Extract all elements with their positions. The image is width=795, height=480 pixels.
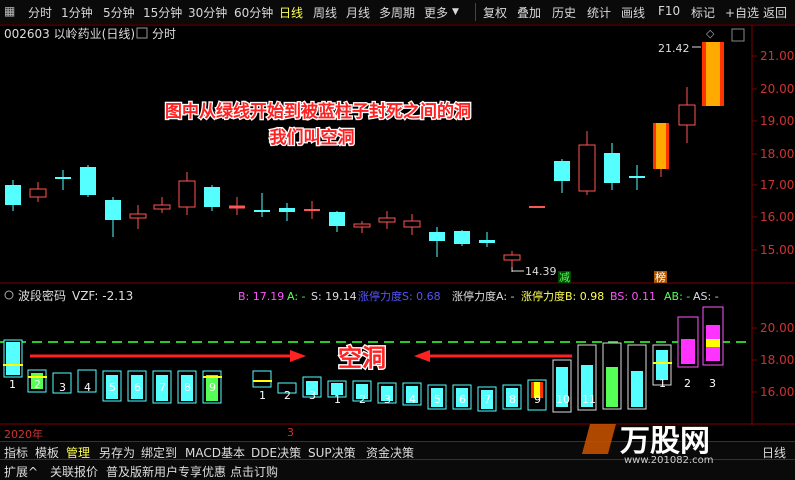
candlesticks <box>5 42 724 267</box>
tab-daily[interactable]: 日线 <box>279 4 303 21</box>
svg-text:2: 2 <box>684 377 691 390</box>
svg-text:3: 3 <box>384 393 391 406</box>
svg-text:8: 8 <box>184 381 191 394</box>
tab-60min[interactable]: 60分钟 <box>234 4 273 21</box>
tab-15min[interactable]: 15分钟 <box>143 4 182 21</box>
tab-more[interactable]: 更多 <box>424 4 448 21</box>
year-label: 2020年 <box>4 428 43 441</box>
chart-canvas[interactable]: 002603 以岭药业(日线) 分时 ◇ 21.00 20.00 19.00 1… <box>0 25 795 425</box>
vzf-label: VZF: -2.13 <box>72 289 133 303</box>
low-price-label: 14.39 <box>525 265 557 278</box>
y-tick-label: 18.00 <box>760 147 794 161</box>
settings-icon[interactable] <box>731 28 745 42</box>
stats-button[interactable]: 统计 <box>587 4 611 21</box>
promo-text: 普及版新用户专享优惠 <box>106 465 227 479</box>
svg-text:4: 4 <box>84 381 91 394</box>
limit-strength-a: 涨停力度A: - <box>452 289 515 303</box>
annotation-text: 我们叫空洞 <box>270 127 355 148</box>
y-tick-label: 15.00 <box>760 243 794 257</box>
hole-label: 空洞 <box>338 344 386 372</box>
tab-multi-period[interactable]: 多周期 <box>379 4 415 21</box>
y-tick-label: 19.00 <box>760 114 794 128</box>
svg-text:3: 3 <box>309 389 316 402</box>
limit-strength-b: 涨停力度B: 0.98 <box>521 289 604 303</box>
expand-button[interactable]: 扩展^ <box>4 463 38 480</box>
svg-text:3: 3 <box>709 377 716 390</box>
svg-text:2: 2 <box>359 393 366 406</box>
draw-line-button[interactable]: 画线 <box>621 4 645 21</box>
svg-text:6: 6 <box>459 393 466 406</box>
svg-text:1: 1 <box>9 378 16 391</box>
add-favorite-button[interactable]: +自选 <box>725 4 759 21</box>
y-tick-label: 16.00 <box>760 385 794 399</box>
svg-text:5: 5 <box>109 381 116 394</box>
date-axis: 2020年 3 <box>0 426 795 441</box>
svg-text:6: 6 <box>134 381 141 394</box>
view-label: 分时 <box>152 27 176 41</box>
y-tick-label: 18.00 <box>760 353 794 367</box>
svg-text:9: 9 <box>209 381 216 394</box>
svg-text:1: 1 <box>659 377 666 390</box>
overlay-button[interactable]: 叠加 <box>517 4 541 21</box>
history-button[interactable]: 历史 <box>552 4 576 21</box>
chevron-down-icon[interactable]: ▼ <box>452 7 459 17</box>
back-button[interactable]: 返回 <box>763 4 787 21</box>
y-tick-label: 16.00 <box>760 210 794 224</box>
limit-strength-s: 涨停力度S: 0.68 <box>358 289 441 303</box>
tab-fenshi[interactable]: 分时 <box>28 4 52 21</box>
y-tick-label: 20.00 <box>760 82 794 96</box>
svg-text:4: 4 <box>409 393 416 406</box>
high-price-label: 21.42 <box>658 42 690 55</box>
footer-bar: 扩展^ 关联报价 普及版新用户专享优惠 点击订购 <box>0 459 795 480</box>
b-value: B: 17.19 <box>238 290 284 303</box>
ab-value: AB: - <box>664 290 690 303</box>
as-value: AS: - <box>693 290 719 303</box>
tab-5min[interactable]: 5分钟 <box>103 4 135 21</box>
order-link[interactable]: 点击订购 <box>230 463 278 480</box>
tab-monthly[interactable]: 月线 <box>346 4 370 21</box>
svg-text:8: 8 <box>509 393 516 406</box>
svg-text:7: 7 <box>159 381 166 394</box>
period-toolbar: ▦ 分时 1分钟 5分钟 15分钟 30分钟 60分钟 日线 周线 月线 多周期… <box>0 0 795 25</box>
fuquan-button[interactable]: 复权 <box>483 4 507 21</box>
a-value: A: - <box>287 290 306 303</box>
diamond-icon: ◇ <box>706 27 715 40</box>
related-quotes-button[interactable]: 关联报价 <box>50 463 98 480</box>
tab-weekly[interactable]: 周线 <box>313 4 337 21</box>
y-tick-label: 20.00 <box>760 321 794 335</box>
collapse-icon[interactable] <box>136 27 148 39</box>
svg-text:5: 5 <box>434 393 441 406</box>
y-tick-label: 21.00 <box>760 49 794 63</box>
svg-text:2: 2 <box>284 389 291 402</box>
svg-text:10: 10 <box>556 393 570 406</box>
svg-text:11: 11 <box>582 393 596 406</box>
list-badge: 榜 <box>655 270 666 284</box>
svg-text:3: 3 <box>59 381 66 394</box>
stock-title: 002603 以岭药业(日线) <box>4 27 135 41</box>
svg-text:9: 9 <box>534 393 541 406</box>
indicator-tabs: 指标 模板 管理 另存为 绑定到 MACD基本 DDE决策 SUP决策 资金决策… <box>0 441 795 460</box>
indicator-name[interactable]: 波段密码 <box>18 288 66 303</box>
f10-button[interactable]: F10 <box>658 4 680 18</box>
annotation-text: 图中从绿线开始到被蓝柱子封死之间的洞 <box>165 101 471 122</box>
mark-button[interactable]: 标记 <box>691 4 715 21</box>
tab-1min[interactable]: 1分钟 <box>61 4 93 21</box>
tab-30min[interactable]: 30分钟 <box>188 4 227 21</box>
svg-text:1: 1 <box>334 393 341 406</box>
month-label: 3 <box>287 426 294 439</box>
grid-icon[interactable]: ▦ <box>4 4 15 18</box>
bs-value: BS: 0.11 <box>610 290 656 303</box>
reduce-badge: 减 <box>559 271 570 284</box>
s-value: S: 19.14 <box>311 290 357 303</box>
svg-text:2: 2 <box>34 378 41 391</box>
svg-text:1: 1 <box>259 389 266 402</box>
svg-text:7: 7 <box>484 393 491 406</box>
y-tick-label: 17.00 <box>760 178 794 192</box>
